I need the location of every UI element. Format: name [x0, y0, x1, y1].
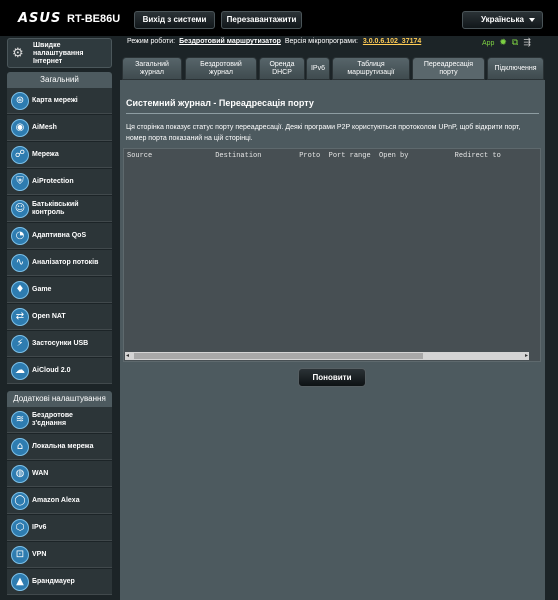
tab-4[interactable]: IPv6 [306, 57, 330, 80]
status-icons: App ✹ ⧉ ⇶ [482, 37, 534, 48]
sidebar-item-traffic-analyzer[interactable]: ∿ Аналізатор потоків [7, 250, 112, 276]
sidebar-item-label: WAN [32, 470, 49, 477]
sidebar-item-label: AiProtection [32, 178, 74, 185]
firmware-version-link[interactable]: 3.0.0.6.102_37174 [363, 38, 421, 45]
sidebar-item-game[interactable]: ♦ Game [7, 277, 112, 303]
tab-1[interactable]: Загальний журнал [122, 57, 182, 80]
reboot-button[interactable]: Перезавантажити [221, 11, 302, 29]
app-link[interactable]: App [482, 40, 494, 47]
firmware-label: Версія мікропрограми: [284, 38, 358, 45]
general-heading: Загальний [7, 72, 112, 88]
sidebar-item-qos[interactable]: ◔ Адаптивна QoS [7, 223, 112, 249]
sidebar-item-lan[interactable]: ⌂ Локальна мережа [7, 434, 112, 460]
horizontal-scrollbar[interactable]: ◂ ▸ [125, 352, 529, 360]
language-select[interactable]: Українська [462, 11, 543, 29]
guest-network-icon: ☍ [11, 146, 29, 164]
sidebar-item-label: Бездротове з'єднання [32, 412, 73, 427]
sidebar-item-guest-network[interactable]: ☍ Мережа [7, 142, 112, 168]
top-bar: ASUS RT-BE86U Вихід з системи Перезавант… [0, 0, 558, 36]
sidebar-item-label: Карта мережі [32, 97, 78, 104]
sidebar-item-network-map[interactable]: ⊛ Карта мережі [7, 88, 112, 114]
sidebar-item-firewall[interactable]: ▲ Брандмауер [7, 569, 112, 595]
sidebar-item-label: Game [32, 286, 52, 293]
wan-icon: ◍ [11, 465, 29, 483]
log-header: Source Destination Proto Port range Open… [127, 152, 501, 160]
sidebar-item-label: Amazon Alexa [32, 497, 80, 504]
usb-icon: ⚡ [11, 335, 29, 353]
sidebar-item-label: Локальна мережа [32, 443, 94, 450]
title-divider [126, 113, 539, 114]
game-icon: ♦ [11, 281, 29, 299]
sidebar-item-usb[interactable]: ⚡ Застосунки USB [7, 331, 112, 357]
sidebar-item-label: Батьківський контроль [32, 201, 79, 216]
sidebar-item-label: Застосунки USB [32, 340, 89, 347]
scrollbar-thumb[interactable] [134, 353, 423, 359]
sidebar-item-label: Мережа [32, 151, 59, 158]
logout-button[interactable]: Вихід з системи [134, 11, 215, 29]
sidebar-item-aimesh[interactable]: ◉ AiMesh [7, 115, 112, 141]
usb-status-icon[interactable]: ⇶ [523, 37, 531, 48]
wireless-icon: ≋ [11, 411, 29, 429]
sidebar-item-parental-control[interactable]: ☺ Батьківський контроль [7, 196, 112, 222]
sidebar-item-label: Брандмауер [32, 578, 75, 585]
sidebar-item-label: Адаптивна QoS [32, 232, 87, 239]
sidebar-item-label: IPv6 [32, 524, 47, 531]
scroll-right-icon[interactable]: ▸ [525, 352, 528, 360]
refresh-button[interactable]: Поновити [298, 368, 366, 387]
sidebar-item-aicloud[interactable]: ☁ AiCloud 2.0 [7, 358, 112, 384]
quick-internet-setup-button[interactable]: ⚙ Швидке налаштування Інтернет [7, 38, 112, 68]
qis-label: Швидке налаштування Інтернет [33, 42, 84, 65]
traffic-analyzer-icon: ∿ [11, 254, 29, 272]
parental-control-icon: ☺ [11, 200, 29, 218]
aimesh-icon: ◉ [11, 119, 29, 137]
sidebar-item-label: AiCloud 2.0 [32, 367, 71, 374]
asus-logo: ASUS [18, 11, 62, 26]
copy-icon[interactable]: ⧉ [512, 37, 518, 48]
tab-2[interactable]: Бездротовий журнал [185, 57, 257, 80]
mode-label: Режим роботи: [127, 38, 176, 45]
settings-gear-icon[interactable]: ✹ [499, 37, 507, 48]
sidebar-item-alexa[interactable]: ◯ Amazon Alexa [7, 488, 112, 514]
page-title: Системний журнал - Переадресація порту [126, 98, 314, 108]
lan-icon: ⌂ [11, 438, 29, 456]
tab-3[interactable]: Оренда DHCP [259, 57, 305, 80]
network-map-icon: ⊛ [11, 92, 29, 110]
page-description: Ця сторінка показує статус порту переадр… [126, 124, 521, 142]
tab-5[interactable]: Таблиця маршрутизації [332, 57, 410, 80]
sidebar-item-aiprotection[interactable]: ⛨ AiProtection [7, 169, 112, 195]
sidebar-item-label: Open NAT [32, 313, 66, 320]
sidebar-item-label: VPN [32, 551, 47, 558]
language-value: Українська [481, 15, 524, 24]
tab-6[interactable]: Переадресація порту [412, 57, 485, 80]
port-forwarding-log[interactable]: Source Destination Proto Port range Open… [123, 148, 541, 362]
ipv6-icon: ⬡ [11, 519, 29, 537]
sidebar-item-vpn[interactable]: ⊡ VPN [7, 542, 112, 568]
sidebar-item-wireless[interactable]: ≋ Бездротове з'єднання [7, 407, 112, 433]
qis-icon: ⚙ [12, 45, 24, 60]
tab-7[interactable]: Підключення [487, 57, 544, 80]
sidebar-item-wan[interactable]: ◍ WAN [7, 461, 112, 487]
model-name: RT-BE86U [67, 13, 121, 25]
sidebar-item-ipv6[interactable]: ⬡ IPv6 [7, 515, 112, 541]
advanced-heading: Додаткові налаштування [7, 391, 112, 407]
aicloud-icon: ☁ [11, 362, 29, 380]
status-line: Режим роботи: Бездротовий маршрутизатор … [127, 38, 421, 45]
aiprotection-icon: ⛨ [11, 173, 29, 191]
sidebar-item-label: AiMesh [32, 124, 57, 131]
open-nat-icon: ⇄ [11, 308, 29, 326]
qos-icon: ◔ [11, 227, 29, 245]
operation-mode-link[interactable]: Бездротовий маршрутизатор [179, 38, 281, 45]
scroll-left-icon[interactable]: ◂ [126, 352, 129, 360]
chevron-down-icon [529, 18, 535, 22]
sidebar-item-open-nat[interactable]: ⇄ Open NAT [7, 304, 112, 330]
alexa-icon: ◯ [11, 492, 29, 510]
firewall-icon: ▲ [11, 573, 29, 591]
vpn-icon: ⊡ [11, 546, 29, 564]
sidebar-item-label: Аналізатор потоків [32, 259, 99, 266]
